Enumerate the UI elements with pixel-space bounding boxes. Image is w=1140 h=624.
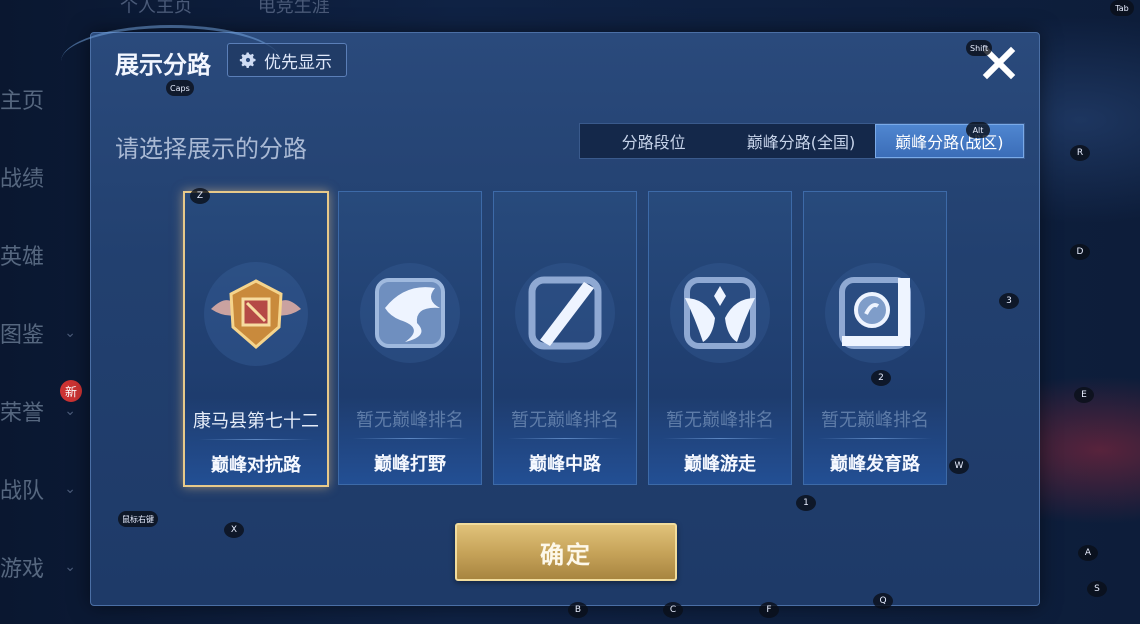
key-hint-caps: Caps — [166, 80, 194, 96]
key-hint-b: B — [568, 602, 588, 618]
lane-card-mid[interactable]: 暂无巅峰排名 巅峰中路 — [493, 191, 637, 485]
side-item-heroes[interactable]: 英雄 — [0, 216, 90, 294]
key-hint-f: F — [759, 602, 779, 618]
card-lane-name: 巅峰游走 — [684, 454, 756, 475]
card-divider — [199, 439, 313, 440]
key-hint-a: A — [1078, 545, 1098, 561]
top-nav: 个人主页 电竞生涯 — [120, 0, 390, 18]
lane-tabs: 分路段位 巅峰分路(全国) 巅峰分路(战区) — [579, 123, 1025, 159]
card-rank: 暂无巅峰排名 — [511, 410, 619, 431]
priority-display-button[interactable]: 优先显示 — [227, 43, 347, 77]
key-hint-right-mouse: 鼠标右键 — [118, 511, 158, 527]
farm-lane-icon — [825, 263, 925, 363]
nav-personal-home[interactable]: 个人主页 — [120, 0, 192, 17]
card-divider — [508, 438, 622, 439]
side-item-honor[interactable]: 荣誉 ⌄ 新 — [0, 372, 90, 450]
key-hint-r: R — [1070, 145, 1090, 161]
lane-card-clash[interactable]: 康马县第七十二 巅峰对抗路 — [183, 191, 329, 487]
priority-display-label: 优先显示 — [264, 52, 332, 73]
nav-esports-career[interactable]: 电竞生涯 — [258, 0, 330, 17]
card-lane-name: 巅峰对抗路 — [211, 455, 301, 476]
dialog-title: 展示分路 — [115, 51, 211, 79]
card-lane-name: 巅峰发育路 — [830, 454, 920, 475]
key-hint-2: 2 — [871, 370, 891, 386]
key-hint-1: 1 — [796, 495, 816, 511]
mid-lane-icon — [515, 263, 615, 363]
confirm-button[interactable]: 确定 — [455, 523, 677, 581]
chevron-down-icon: ⌄ — [64, 481, 76, 497]
card-rank: 暂无巅峰排名 — [821, 410, 929, 431]
key-hint-d: D — [1070, 244, 1090, 260]
key-hint-3: 3 — [999, 293, 1019, 309]
side-menu: 主页 战绩 英雄 图鉴 ⌄ 荣誉 ⌄ 新 战队 ⌄ 游戏 ⌄ — [0, 60, 90, 606]
key-hint-alt: Alt — [966, 122, 990, 138]
new-badge: 新 — [60, 380, 82, 402]
tab-peak-lane-national[interactable]: 巅峰分路(全国) — [727, 124, 874, 158]
chevron-down-icon: ⌄ — [64, 403, 76, 419]
card-divider — [663, 438, 777, 439]
card-lane-name: 巅峰中路 — [529, 454, 601, 475]
lane-card-roam[interactable]: 暂无巅峰排名 巅峰游走 — [648, 191, 792, 485]
card-rank: 暂无巅峰排名 — [356, 410, 464, 431]
side-item-record[interactable]: 战绩 — [0, 138, 90, 216]
key-hint-w: W — [949, 458, 969, 474]
side-item-codex[interactable]: 图鉴 ⌄ — [0, 294, 90, 372]
card-rank: 康马县第七十二 — [193, 411, 319, 432]
chevron-down-icon: ⌄ — [64, 559, 76, 575]
key-hint-z: Z — [190, 188, 210, 204]
key-hint-tab: Tab — [1110, 0, 1134, 16]
side-item-games[interactable]: 游戏 ⌄ — [0, 528, 90, 606]
card-divider — [818, 438, 932, 439]
clash-lane-badge-icon — [204, 262, 308, 366]
lane-display-dialog: 展示分路 优先显示 请选择展示的分路 分路段位 巅峰分路(全国) 巅峰分路(战区… — [61, 25, 1040, 606]
lane-card-jungle[interactable]: 暂无巅峰排名 巅峰打野 — [338, 191, 482, 485]
key-hint-c: C — [663, 602, 683, 618]
card-divider — [353, 438, 467, 439]
tab-lane-rank[interactable]: 分路段位 — [580, 124, 727, 158]
roam-wings-icon — [670, 263, 770, 363]
dialog-subtitle: 请选择展示的分路 — [115, 135, 307, 163]
jungle-dragon-icon — [360, 263, 460, 363]
key-hint-q: Q — [873, 593, 893, 609]
chevron-down-icon: ⌄ — [64, 325, 76, 341]
key-hint-x: X — [224, 522, 244, 538]
lane-card-farm[interactable]: 暂无巅峰排名 巅峰发育路 — [803, 191, 947, 485]
key-hint-s: S — [1087, 581, 1107, 597]
gear-icon — [239, 52, 256, 68]
key-hint-shift: Shift — [966, 40, 993, 56]
key-hint-e: E — [1074, 387, 1094, 403]
card-lane-name: 巅峰打野 — [374, 454, 446, 475]
card-rank: 暂无巅峰排名 — [666, 410, 774, 431]
tab-peak-lane-region[interactable]: 巅峰分路(战区) — [874, 124, 1024, 158]
side-item-team[interactable]: 战队 ⌄ — [0, 450, 90, 528]
